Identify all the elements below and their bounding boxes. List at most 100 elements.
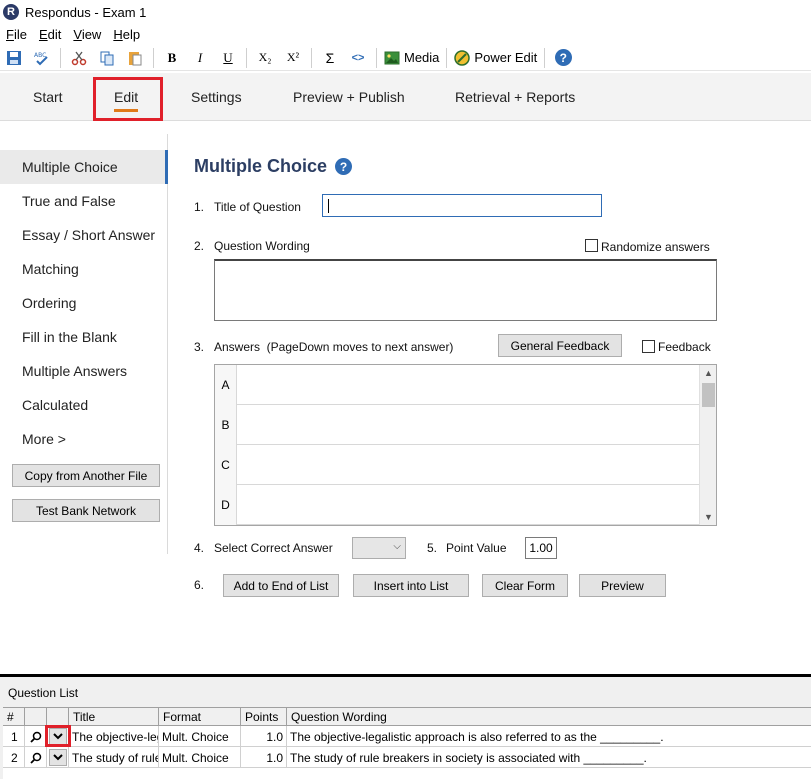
- sidebar-item-calculated[interactable]: Calculated: [0, 388, 168, 422]
- spellcheck-button[interactable]: ABC: [31, 47, 53, 69]
- italic-button[interactable]: I: [189, 47, 211, 69]
- preview-row-button[interactable]: [25, 747, 47, 768]
- menu-view[interactable]: View: [73, 27, 101, 42]
- table-row[interactable]: 1 The objective-leg Mult. Choice 1.0 The…: [3, 726, 811, 747]
- app-logo-icon: R: [3, 4, 19, 20]
- toolbar-separator: [246, 47, 247, 68]
- copy-from-file-button[interactable]: Copy from Another File: [12, 464, 160, 487]
- copy-button[interactable]: [96, 47, 118, 69]
- expand-button-highlight: [45, 725, 71, 747]
- column-header-icon: [25, 708, 47, 726]
- answers-scrollbar[interactable]: ▲ ▼: [699, 365, 716, 525]
- power-edit-button[interactable]: Power Edit: [454, 47, 537, 69]
- sidebar-item-ordering[interactable]: Ordering: [0, 286, 168, 320]
- question-wording-label: Question Wording: [214, 239, 310, 253]
- tab-retrieval-reports[interactable]: Retrieval + Reports: [455, 73, 575, 121]
- tab-settings[interactable]: Settings: [191, 73, 242, 121]
- scroll-up-icon[interactable]: ▲: [700, 365, 716, 381]
- equation-button[interactable]: Σ: [319, 47, 341, 69]
- test-bank-network-button[interactable]: Test Bank Network: [12, 499, 160, 522]
- column-header-format[interactable]: Format: [159, 708, 241, 726]
- html-code-button[interactable]: <>: [347, 47, 369, 69]
- help-button[interactable]: ?: [552, 47, 574, 69]
- menu-file[interactable]: File: [6, 27, 27, 42]
- expand-row-button[interactable]: [49, 749, 67, 766]
- point-value-label: Point Value: [446, 541, 507, 555]
- preview-button[interactable]: Preview: [579, 574, 666, 597]
- bold-button[interactable]: B: [161, 47, 183, 69]
- sidebar-item-more[interactable]: More >: [0, 422, 168, 456]
- menu-help[interactable]: Help: [113, 27, 140, 42]
- clear-form-button[interactable]: Clear Form: [482, 574, 568, 597]
- media-button[interactable]: Media: [384, 47, 439, 69]
- column-header-title[interactable]: Title: [69, 708, 159, 726]
- column-header-expand: [47, 708, 69, 726]
- step-number: 2.: [194, 239, 205, 253]
- step-number: 4.: [194, 541, 205, 555]
- answer-row-a[interactable]: A: [215, 365, 701, 405]
- scroll-thumb[interactable]: [702, 383, 715, 407]
- save-icon: [7, 50, 21, 65]
- question-type-sidebar: Multiple Choice True and False Essay / S…: [0, 134, 168, 554]
- row-points: 1.0: [241, 726, 287, 747]
- title-input[interactable]: [322, 194, 602, 217]
- answer-letter: C: [215, 445, 237, 485]
- row-format: Mult. Choice: [159, 726, 241, 747]
- toolbar-separator: [544, 47, 546, 68]
- superscript-button[interactable]: X²: [282, 47, 304, 69]
- question-wording-field[interactable]: [214, 259, 717, 321]
- toolbar-separator: [376, 47, 377, 68]
- answer-row-d[interactable]: D: [215, 485, 701, 525]
- menu-bar: File Edit View Help: [0, 24, 146, 44]
- power-edit-icon: [454, 49, 471, 66]
- scissors-icon: [71, 51, 87, 65]
- point-value-input[interactable]: 1.00: [525, 537, 557, 559]
- page-title: Multiple Choice ?: [194, 156, 353, 177]
- chevron-down-icon: [53, 754, 63, 761]
- scroll-down-icon[interactable]: ▼: [700, 509, 716, 525]
- toolbar: ABC B I U X₂ X² Σ <> Media Power Edit ?: [0, 45, 811, 71]
- sidebar-item-multiple-choice[interactable]: Multiple Choice: [0, 150, 168, 184]
- title-bar: R Respondus - Exam 1: [0, 0, 811, 24]
- step-number: 1.: [194, 200, 205, 214]
- magnifier-icon: [29, 752, 41, 764]
- general-feedback-button[interactable]: General Feedback: [498, 334, 622, 357]
- question-list-table: # Title Format Points Question Wording 1…: [3, 707, 811, 779]
- underline-button[interactable]: U: [217, 47, 239, 69]
- column-header-points[interactable]: Points: [241, 708, 287, 726]
- step-number: 5.: [427, 541, 438, 555]
- column-header-number[interactable]: #: [3, 708, 25, 726]
- help-icon[interactable]: ?: [335, 158, 353, 175]
- text-cursor: [328, 199, 329, 213]
- tab-start[interactable]: Start: [33, 73, 63, 121]
- spellcheck-icon: ABC: [34, 52, 48, 65]
- randomize-checkbox[interactable]: [585, 239, 598, 252]
- sidebar-item-true-false[interactable]: True and False: [0, 184, 168, 218]
- tab-preview-publish[interactable]: Preview + Publish: [293, 73, 405, 121]
- answer-row-b[interactable]: B: [215, 405, 701, 445]
- cut-button[interactable]: [68, 47, 90, 69]
- toolbar-separator: [153, 47, 154, 68]
- insert-into-list-button[interactable]: Insert into List: [353, 574, 469, 597]
- menu-edit[interactable]: Edit: [39, 27, 61, 42]
- save-button[interactable]: [3, 47, 25, 69]
- step-number: 6.: [194, 578, 205, 592]
- subscript-button[interactable]: X₂: [254, 47, 276, 69]
- sidebar-item-multiple-answers[interactable]: Multiple Answers: [0, 354, 168, 388]
- add-to-end-button[interactable]: Add to End of List: [223, 574, 339, 597]
- column-header-wording[interactable]: Question Wording: [287, 708, 811, 726]
- randomize-label: Randomize answers: [601, 240, 710, 254]
- answer-letter: A: [215, 365, 237, 405]
- feedback-checkbox[interactable]: [642, 340, 655, 353]
- media-label: Media: [404, 50, 440, 65]
- preview-row-button[interactable]: [25, 726, 47, 747]
- answer-row-c[interactable]: C: [215, 445, 701, 485]
- paste-button[interactable]: [124, 47, 146, 69]
- question-list-label: Question List: [8, 686, 79, 700]
- table-row[interactable]: 2 The study of rule Mult. Choice 1.0 The…: [3, 747, 811, 768]
- sidebar-item-essay[interactable]: Essay / Short Answer: [0, 218, 168, 252]
- copy-icon: [100, 51, 114, 65]
- sidebar-item-matching[interactable]: Matching: [0, 252, 168, 286]
- correct-answer-select[interactable]: ⌵: [352, 537, 406, 559]
- sidebar-item-fill-blank[interactable]: Fill in the Blank: [0, 320, 168, 354]
